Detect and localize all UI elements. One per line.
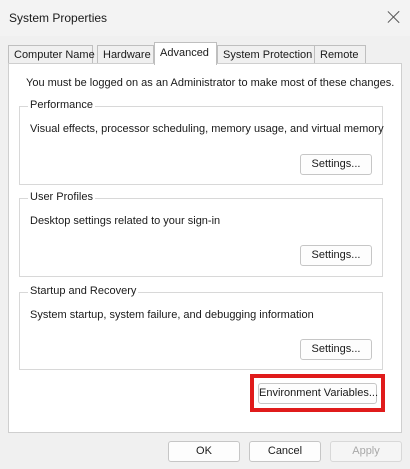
performance-description: Visual effects, processor scheduling, me… bbox=[30, 123, 384, 135]
environment-variables-button[interactable]: Environment Variables... bbox=[258, 383, 378, 404]
cancel-button[interactable]: Cancel bbox=[249, 441, 321, 462]
user-profiles-group: User Profiles Desktop settings related t… bbox=[19, 191, 383, 277]
startup-recovery-settings-button[interactable]: Settings... bbox=[300, 339, 372, 360]
admin-note: You must be logged on as an Administrato… bbox=[26, 77, 395, 89]
tab-hardware[interactable]: Hardware bbox=[97, 45, 154, 64]
user-profiles-legend: User Profiles bbox=[28, 191, 95, 203]
close-icon[interactable] bbox=[387, 10, 401, 24]
performance-settings-button[interactable]: Settings... bbox=[300, 154, 372, 175]
window-title: System Properties bbox=[9, 11, 108, 25]
tab-system-protection[interactable]: System Protection bbox=[217, 45, 315, 64]
title-bar: System Properties bbox=[0, 0, 410, 36]
user-profiles-settings-button[interactable]: Settings... bbox=[300, 245, 372, 266]
user-profiles-description: Desktop settings related to your sign-in bbox=[30, 215, 221, 227]
environment-variables-highlight: Environment Variables... bbox=[250, 374, 385, 412]
performance-group: Performance Visual effects, processor sc… bbox=[19, 99, 384, 185]
startup-recovery-description: System startup, system failure, and debu… bbox=[30, 309, 314, 321]
ok-button[interactable]: OK bbox=[168, 441, 240, 462]
performance-legend: Performance bbox=[28, 99, 95, 111]
tab-remote[interactable]: Remote bbox=[314, 45, 366, 64]
advanced-panel: You must be logged on as an Administrato… bbox=[8, 63, 402, 433]
tab-computer-name[interactable]: Computer Name bbox=[8, 45, 95, 64]
apply-button[interactable]: Apply bbox=[330, 441, 402, 462]
tab-advanced[interactable]: Advanced bbox=[154, 42, 217, 65]
startup-recovery-group: Startup and Recovery System startup, sys… bbox=[19, 285, 383, 370]
startup-recovery-legend: Startup and Recovery bbox=[28, 285, 139, 297]
